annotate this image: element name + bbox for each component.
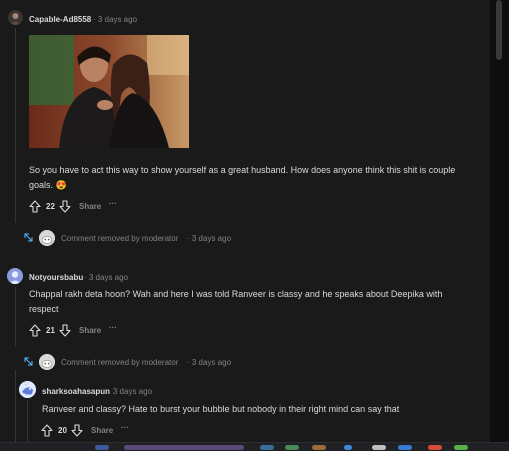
- more-options-button[interactable]: ···: [109, 199, 117, 208]
- comment-body: Ranveer and classy? Hate to burst your b…: [42, 404, 400, 414]
- comment-username[interactable]: Capable-Ad8558: [29, 15, 91, 24]
- share-button[interactable]: Share: [79, 326, 101, 335]
- expand-thread-icon[interactable]: [24, 233, 33, 242]
- comment-timestamp[interactable]: · 3 days ago: [84, 273, 128, 282]
- taskbar-app-icon[interactable]: [124, 445, 244, 450]
- snoo-icon: [39, 354, 55, 370]
- taskbar-app-icon[interactable]: [344, 445, 352, 450]
- comment-body: Chappal rakh deta hoon? Wah and here I w…: [29, 289, 443, 314]
- couple-photo-icon: [29, 35, 189, 148]
- avatar-icon: [19, 381, 36, 398]
- thread-line[interactable]: [15, 287, 16, 347]
- avatar-icon: [8, 10, 23, 25]
- taskbar-app-icon[interactable]: [312, 445, 326, 450]
- more-options-button[interactable]: ···: [121, 423, 129, 432]
- vote-count: 20: [58, 426, 67, 435]
- user-avatar[interactable]: [7, 268, 23, 284]
- upvote-icon[interactable]: [29, 324, 41, 337]
- comment-timestamp[interactable]: · 3 days ago: [93, 15, 137, 24]
- upvote-icon[interactable]: [29, 200, 41, 213]
- user-avatar[interactable]: [19, 381, 36, 398]
- comment-username[interactable]: sharksoahasapun: [42, 387, 110, 396]
- comment-body: So you have to act this way to show your…: [29, 165, 456, 190]
- share-button[interactable]: Share: [91, 426, 113, 435]
- removed-comment-timestamp[interactable]: · 3 days ago: [187, 358, 231, 367]
- removed-comment-text: Comment removed by moderator: [61, 234, 179, 243]
- taskbar-app-icon[interactable]: [260, 445, 274, 450]
- taskbar-app-icon[interactable]: [428, 445, 442, 450]
- page-scrollbar[interactable]: [490, 0, 509, 442]
- comment-timestamp[interactable]: · 3 days ago: [108, 387, 152, 396]
- removed-avatar: [39, 230, 55, 246]
- snoo-icon: [39, 230, 55, 246]
- downvote-icon[interactable]: [71, 424, 83, 437]
- removed-comment-text: Comment removed by moderator: [61, 358, 179, 367]
- taskbar-app-icon[interactable]: [372, 445, 386, 450]
- downvote-icon[interactable]: [59, 324, 71, 337]
- comment-gif-image[interactable]: [29, 35, 189, 148]
- taskbar-app-icon[interactable]: [285, 445, 299, 450]
- removed-comment-timestamp[interactable]: · 3 days ago: [187, 234, 231, 243]
- taskbar-app-icon[interactable]: [454, 445, 468, 450]
- user-avatar[interactable]: [8, 10, 23, 25]
- comment-username[interactable]: Notyoursbabu: [29, 273, 83, 282]
- downvote-icon[interactable]: [59, 200, 71, 213]
- taskbar-app-icon[interactable]: [95, 445, 109, 450]
- scrollbar-thumb[interactable]: [496, 0, 502, 60]
- share-button[interactable]: Share: [79, 202, 101, 211]
- thread-line[interactable]: [27, 400, 28, 442]
- comment-thread: Capable-Ad8558 · 3 days ago So you have …: [0, 0, 490, 442]
- vote-count: 22: [46, 202, 55, 211]
- vote-count: 21: [46, 326, 55, 335]
- more-options-button[interactable]: ···: [109, 323, 117, 332]
- upvote-icon[interactable]: [41, 424, 53, 437]
- avatar-icon: [7, 268, 23, 284]
- removed-avatar: [39, 354, 55, 370]
- taskbar-app-icon[interactable]: [398, 445, 412, 450]
- thread-line[interactable]: [15, 370, 16, 442]
- expand-thread-icon[interactable]: [24, 357, 33, 366]
- thread-line[interactable]: [15, 28, 16, 223]
